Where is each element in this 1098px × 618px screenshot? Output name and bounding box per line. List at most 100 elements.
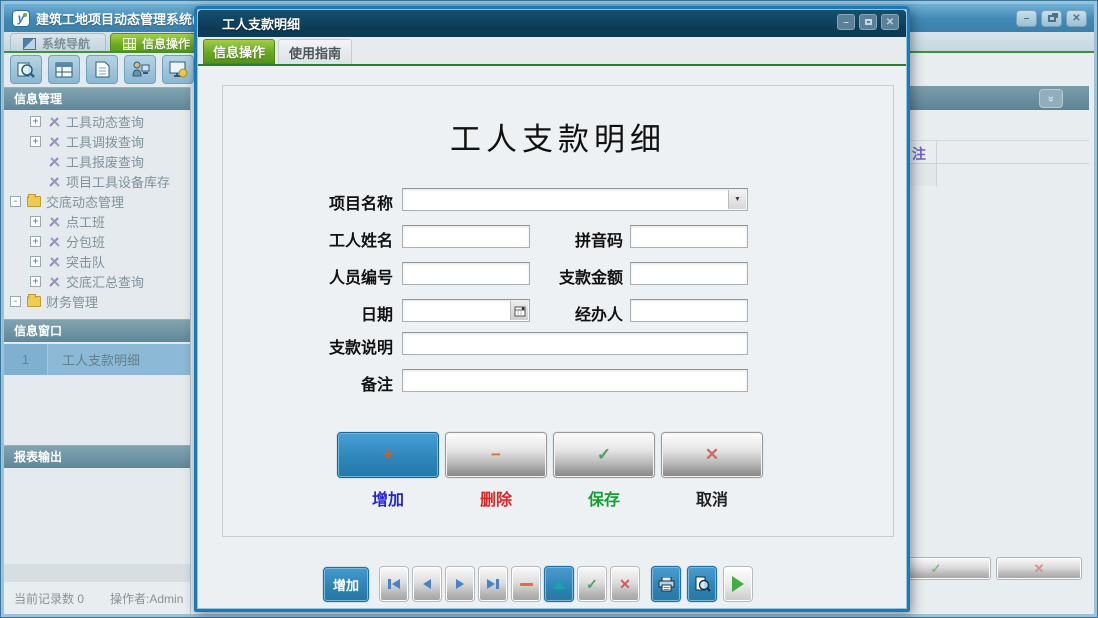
- expand-icon[interactable]: +: [30, 136, 41, 147]
- tree-item-finance-management-folder[interactable]: - 财务管理: [4, 291, 190, 311]
- delete-button[interactable]: −: [445, 432, 547, 478]
- search-document-button[interactable]: [10, 55, 42, 84]
- next-record-icon: [456, 579, 464, 589]
- window-table-button[interactable]: [48, 55, 80, 84]
- tool-icon: [48, 235, 61, 248]
- tree-item-tool-transfer-query[interactable]: + 工具调拨查询: [4, 131, 190, 151]
- search-icon: [16, 61, 36, 79]
- cancel-button-label: 取消: [661, 486, 763, 510]
- expand-icon[interactable]: +: [30, 236, 41, 247]
- section-header-info-management[interactable]: 信息管理: [4, 87, 190, 110]
- payment-note-input[interactable]: [402, 332, 748, 355]
- delete-record-button[interactable]: [511, 566, 541, 602]
- dialog-minimize-icon[interactable]: –: [837, 14, 855, 30]
- background-table-row: [906, 164, 936, 186]
- background-cancel-button[interactable]: ✕: [996, 557, 1082, 580]
- tool-icon: [48, 275, 61, 288]
- tree-item-label: 财务管理: [46, 292, 98, 311]
- close-icon[interactable]: ✕: [1066, 10, 1087, 27]
- minimize-icon[interactable]: –: [1016, 10, 1037, 27]
- tree-item-tool-scrap-query[interactable]: 工具报废查询: [4, 151, 190, 171]
- dialog-tab-info-operations[interactable]: 信息操作: [203, 39, 275, 64]
- minus-icon: −: [491, 445, 501, 465]
- restore-icon[interactable]: [1041, 10, 1062, 27]
- cancel-record-button[interactable]: ✕: [610, 566, 640, 602]
- action-button-row: + 增加 − 删除 ✓ 保存 ✕ 取消: [337, 432, 867, 512]
- dialog-title: 工人支款明细: [198, 14, 300, 33]
- cross-icon: ✕: [619, 576, 631, 593]
- tree-item-label: 工具动态查询: [66, 112, 144, 131]
- tree-item-disclosure-management-folder[interactable]: - 交底动态管理: [4, 191, 190, 211]
- collapse-icon[interactable]: -: [10, 196, 21, 207]
- last-record-button[interactable]: [478, 566, 508, 602]
- section-header-info-window-label: 信息窗口: [14, 324, 62, 338]
- tree-item-label: 项目工具设备库存: [66, 172, 170, 191]
- section-header-report-output-label: 报表输出: [14, 450, 62, 464]
- section-header-report-output[interactable]: 报表输出: [4, 445, 190, 468]
- first-record-button[interactable]: [379, 566, 409, 602]
- worker-name-label: 工人姓名: [243, 227, 393, 251]
- tree-item-project-tool-inventory[interactable]: 项目工具设备库存: [4, 171, 190, 191]
- window-table-icon: [55, 62, 73, 78]
- tree-item-label: 交底动态管理: [46, 192, 124, 211]
- execute-button[interactable]: [723, 566, 753, 602]
- last-record-icon: [487, 579, 499, 589]
- save-button-label: 保存: [553, 486, 655, 510]
- user-computer-icon: [131, 61, 150, 78]
- combo-dropdown-icon[interactable]: ▼: [728, 190, 746, 209]
- document-button[interactable]: [86, 55, 118, 84]
- tool-icon: [48, 135, 61, 148]
- tree-item-assault-team[interactable]: + 突击队: [4, 251, 190, 271]
- info-window-selected-row[interactable]: 1 工人支款明细: [4, 344, 190, 375]
- form-panel: 工人支款明细 项目名称 ▼ 工人姓名 拼音码 人员编号 支款金额 日期: [222, 85, 894, 537]
- handler-label: 经办人: [503, 301, 623, 325]
- tree-item-subcontract-crew[interactable]: + 分包班: [4, 231, 190, 251]
- sidebar-bottom-strip: [4, 564, 190, 582]
- expand-icon[interactable]: +: [30, 216, 41, 227]
- expand-icon[interactable]: +: [30, 116, 41, 127]
- add-button-label: 增加: [337, 486, 439, 510]
- pinyin-code-input[interactable]: [630, 225, 748, 248]
- amount-input[interactable]: [630, 262, 748, 285]
- dialog-tab-user-guide[interactable]: 使用指南: [278, 39, 352, 64]
- tree-item-daywork-crew[interactable]: + 点工班: [4, 211, 190, 231]
- next-record-button[interactable]: [445, 566, 475, 602]
- print-preview-button[interactable]: [687, 566, 717, 602]
- section-header-info-window[interactable]: 信息窗口: [4, 319, 190, 342]
- system-nav-icon: [23, 38, 36, 50]
- print-preview-icon: [694, 576, 711, 592]
- user-computer-button[interactable]: [124, 55, 156, 84]
- dialog-tab-underline: [198, 64, 906, 66]
- add-button[interactable]: +: [337, 432, 439, 478]
- chevron-up-icon: «: [1045, 95, 1057, 101]
- form-title: 工人支款明细: [223, 114, 893, 159]
- tool-icon: [48, 155, 61, 168]
- edit-record-button[interactable]: [544, 566, 574, 602]
- main-toolbar: [4, 53, 194, 87]
- collapse-icon[interactable]: -: [10, 296, 21, 307]
- cancel-button[interactable]: ✕: [661, 432, 763, 478]
- print-button[interactable]: [651, 566, 681, 602]
- dialog-close-icon[interactable]: ✕: [881, 14, 899, 30]
- save-button[interactable]: ✓: [553, 432, 655, 478]
- check-icon: ✓: [931, 561, 942, 577]
- project-name-combobox[interactable]: ▼: [402, 188, 748, 211]
- check-icon: ✓: [597, 445, 611, 465]
- document-icon: [95, 61, 110, 78]
- handler-input[interactable]: [630, 299, 748, 322]
- prev-record-button[interactable]: [412, 566, 442, 602]
- remark-input[interactable]: [402, 369, 748, 392]
- tool-icon: [48, 255, 61, 268]
- post-record-button[interactable]: ✓: [577, 566, 607, 602]
- monitor-button[interactable]: [162, 55, 194, 84]
- expand-icon[interactable]: +: [30, 256, 41, 267]
- row-number: 1: [4, 344, 48, 375]
- dialog-titlebar[interactable]: 工人支款明细: [198, 10, 906, 37]
- expand-icon[interactable]: +: [30, 276, 41, 287]
- toolbar-add-button[interactable]: 增加: [323, 567, 369, 602]
- tree-item-disclosure-summary-query[interactable]: + 交底汇总查询: [4, 271, 190, 291]
- collapse-panel-button[interactable]: «: [1039, 89, 1063, 108]
- tree-item-tool-status-query[interactable]: + 工具动态查询: [4, 111, 190, 131]
- amount-label: 支款金额: [503, 264, 623, 288]
- dialog-maximize-icon[interactable]: [859, 14, 877, 30]
